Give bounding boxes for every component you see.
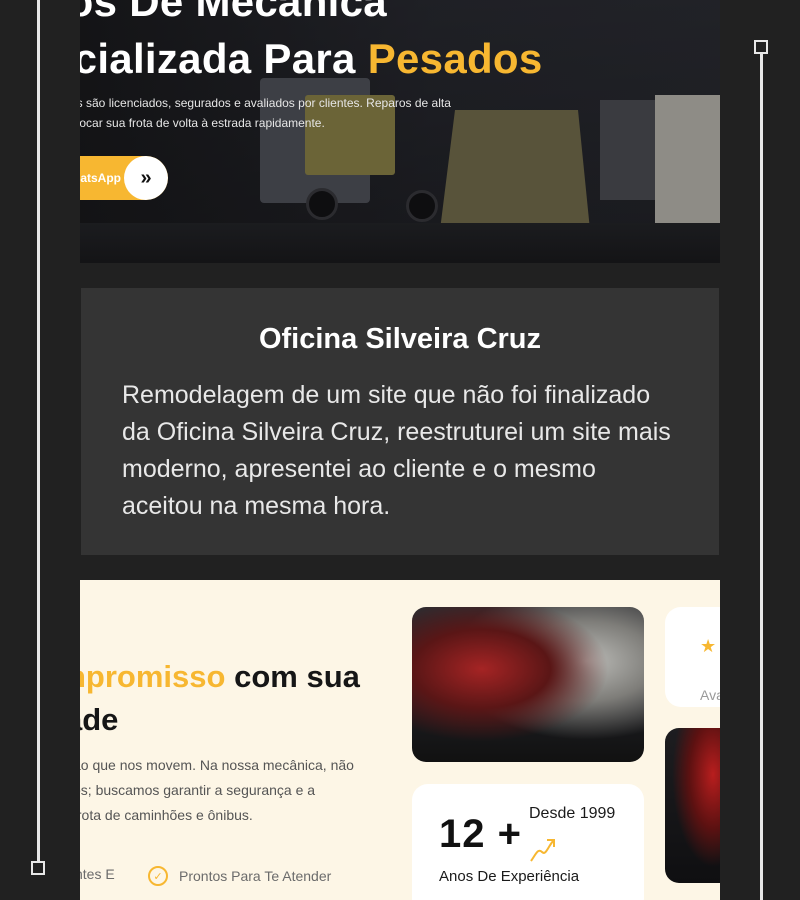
- garage-floor: [80, 223, 720, 263]
- about-description-line: os; buscamos garantir a segurança e a: [80, 782, 316, 798]
- about-section: npromisso com sua ade ão que nos movem. …: [80, 580, 720, 900]
- star-icon: ★: [700, 636, 717, 656]
- hero-title-prefix: ecializada Para: [80, 35, 356, 82]
- about-title-rest: com sua: [234, 659, 360, 694]
- hero-title-line2: ecializada Para Pesados: [80, 35, 543, 83]
- experience-card: Desde 1999 12 + Anos De Experiência: [412, 784, 644, 900]
- feature-item: ✓ Prontos Para Te Atender: [148, 866, 331, 886]
- about-title-line2: ade: [80, 702, 119, 737]
- right-rail-handle[interactable]: [754, 40, 768, 54]
- trend-arrow-svg: [530, 839, 555, 862]
- whatsapp-button[interactable]: hatsApp »: [80, 156, 168, 200]
- experience-label: Anos De Experiência: [439, 868, 580, 885]
- hero-banner: iços De Mecânica ecializada Para Pesados…: [80, 0, 720, 263]
- truck-image: [655, 95, 720, 235]
- about-title-line1: npromisso com sua: [80, 655, 360, 699]
- feature-item: ntes E: [80, 866, 115, 882]
- wheel: [306, 188, 338, 220]
- mechanic-photo: [412, 607, 644, 762]
- project-title: Oficina Silveira Cruz: [258, 323, 542, 355]
- check-circle-icon: ✓: [148, 866, 168, 886]
- hero-title-line1: iços De Mecânica: [80, 0, 387, 25]
- truck-image: [600, 100, 655, 200]
- hero-description-line: os são licenciados, segurados e avaliado…: [80, 96, 451, 110]
- about-description-line: frota de caminhões e ônibus.: [80, 807, 253, 823]
- left-rail-handle[interactable]: [31, 861, 45, 875]
- hero-description-line: olocar sua frota de volta à estrada rapi…: [80, 116, 325, 130]
- trend-arrow-icon: [528, 836, 558, 870]
- hero-description: os são licenciados, segurados e avaliado…: [80, 93, 510, 133]
- about-description: ão que nos movem. Na nossa mecânica, não…: [80, 753, 373, 828]
- about-title-accent: npromisso: [80, 659, 226, 694]
- left-scroll-rail: [37, 0, 40, 862]
- truck-photo: [665, 728, 720, 883]
- hero-title-accent: Pesados: [367, 35, 543, 82]
- right-scroll-rail: [760, 50, 763, 900]
- feature-label: ntes E: [80, 866, 115, 882]
- double-chevron-right-icon[interactable]: »: [124, 156, 168, 200]
- project-description: Remodelagem de um site que não foi final…: [122, 381, 671, 520]
- wheel: [406, 190, 438, 222]
- since-label: Desde 1999: [529, 805, 616, 822]
- experience-number: 12 +: [439, 812, 522, 856]
- project-card: Oficina Silveira Cruz Remodelagem de um …: [81, 288, 719, 555]
- about-description-line: ão que nos movem. Na nossa mecânica, não: [80, 757, 354, 773]
- rating-label: Ava: [700, 687, 720, 703]
- whatsapp-button-label: hatsApp: [80, 171, 121, 185]
- feature-label: Prontos Para Te Atender: [179, 868, 332, 884]
- rating-card: ★ Ava: [665, 607, 720, 707]
